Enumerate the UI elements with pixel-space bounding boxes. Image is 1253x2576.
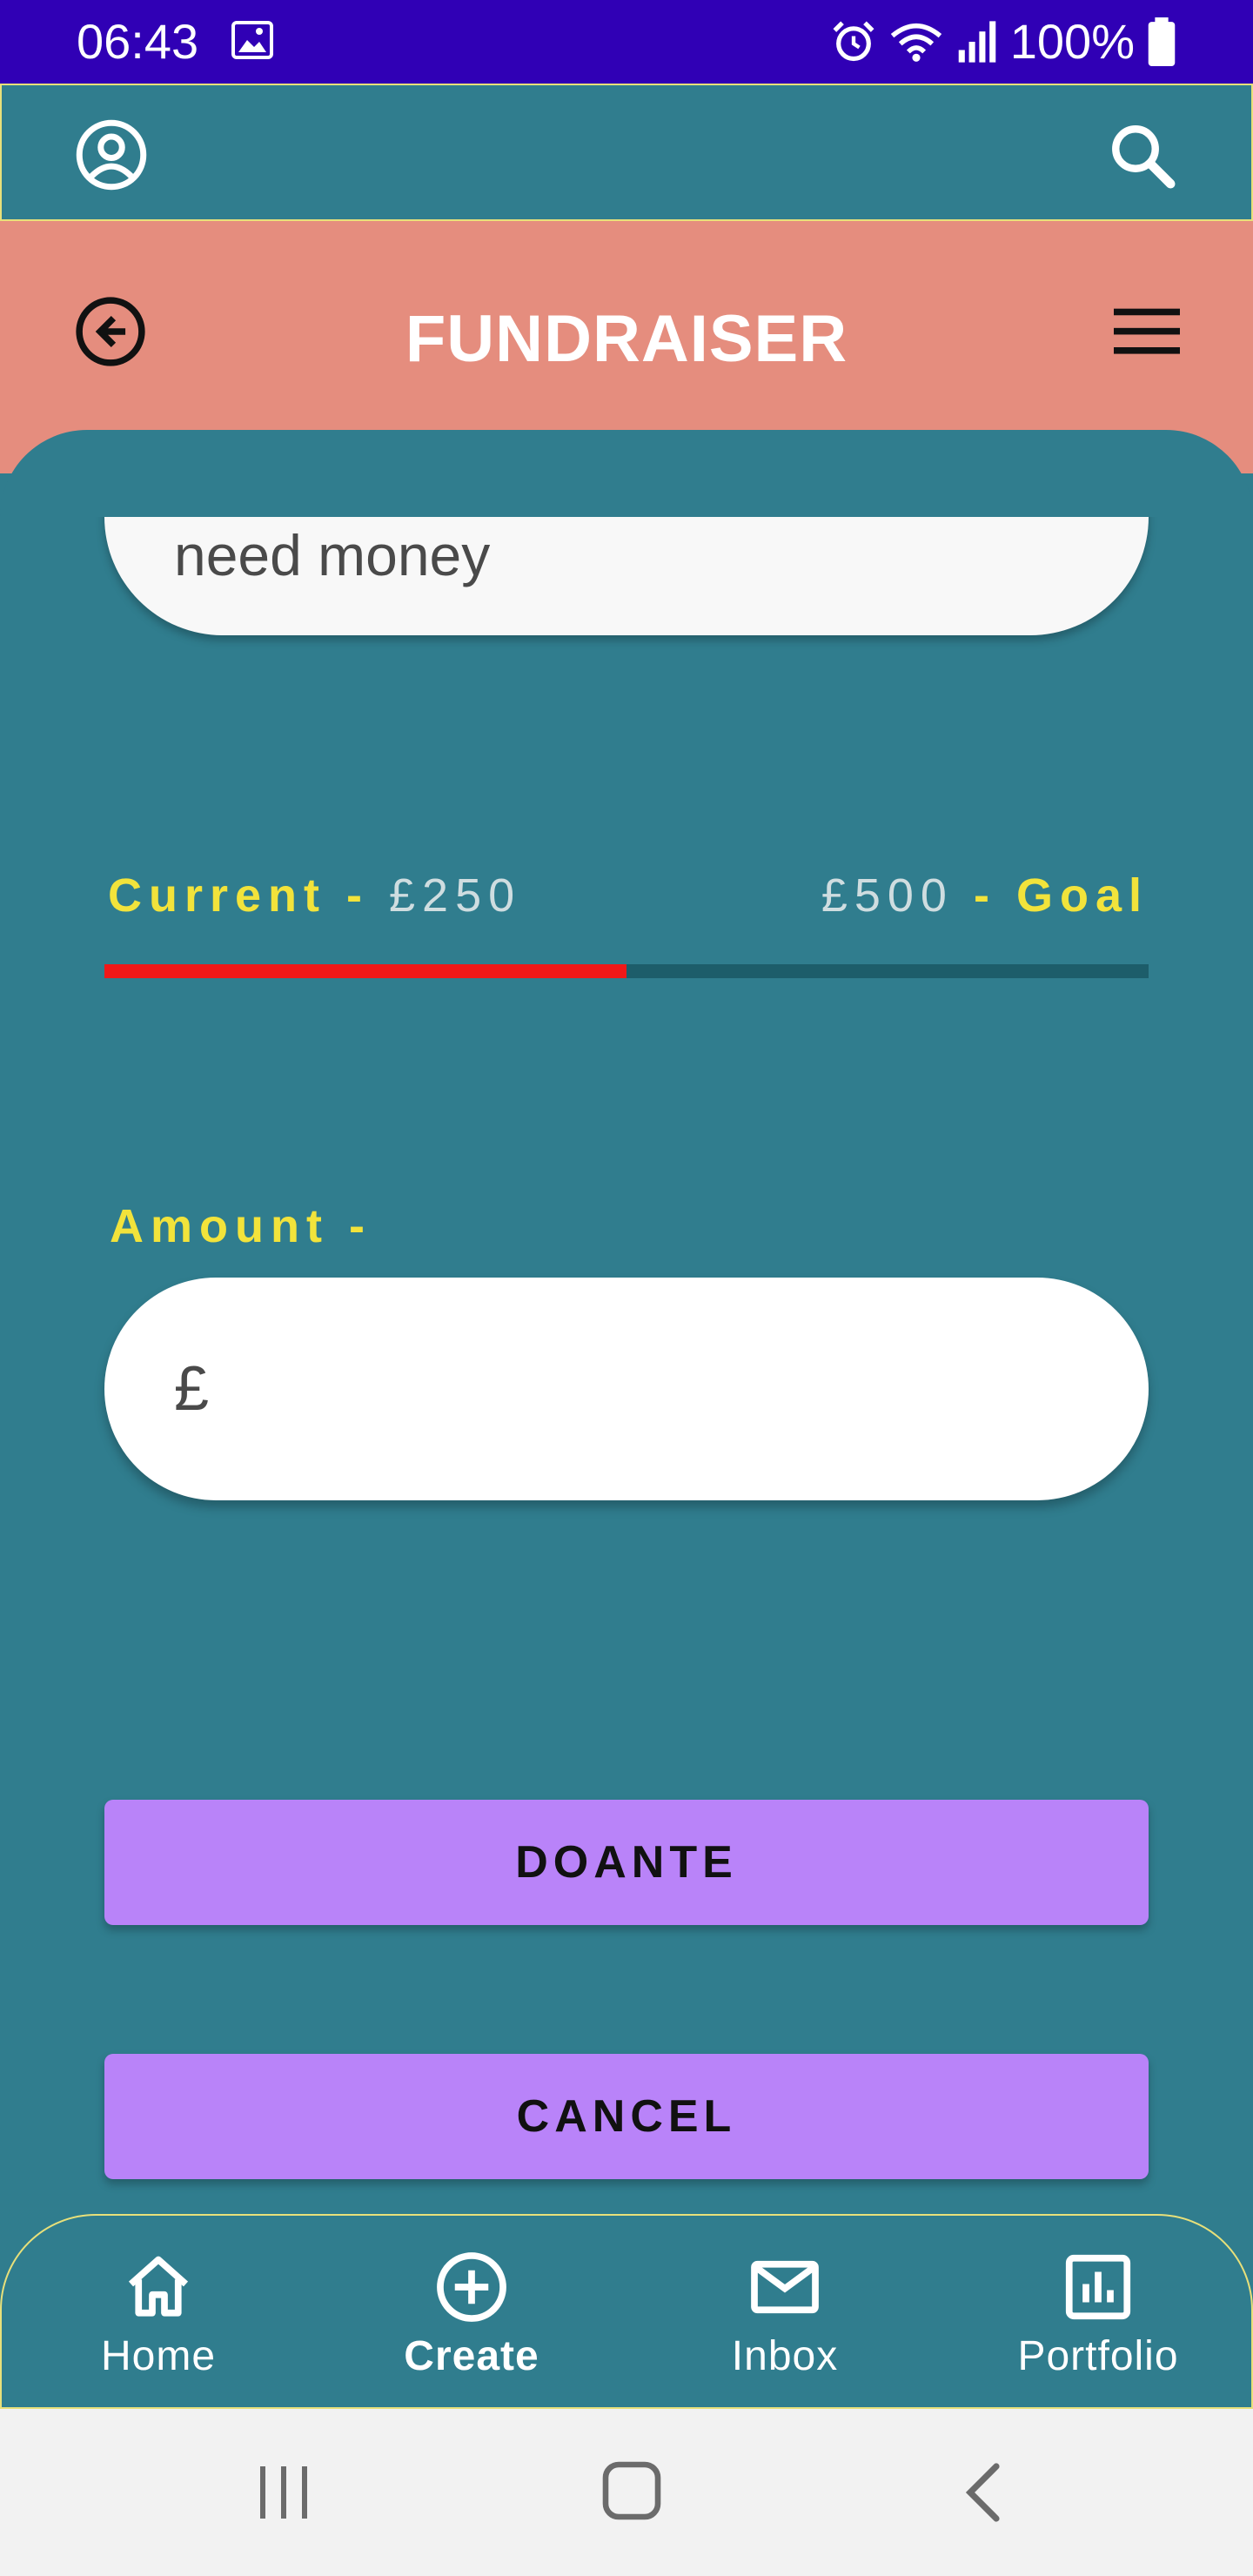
alarm-icon bbox=[833, 21, 874, 62]
nav-label-home: Home bbox=[100, 2333, 217, 2379]
goal-value: £500 bbox=[821, 869, 954, 922]
progress-bar bbox=[104, 964, 1149, 978]
description-field[interactable]: need money bbox=[104, 517, 1149, 635]
bottom-navigation: Home Create Inbox Portfolio bbox=[0, 2214, 1253, 2409]
amount-field[interactable]: £ bbox=[104, 1278, 1149, 1500]
nav-item-create[interactable]: Create bbox=[315, 2216, 628, 2411]
progress-labels: Current - £250 £500 - Goal bbox=[108, 865, 1149, 926]
home-icon bbox=[128, 2256, 189, 2317]
app-bar bbox=[0, 84, 1253, 221]
current-value: £250 bbox=[389, 869, 522, 922]
currency-prefix: £ bbox=[174, 1354, 210, 1424]
back-icon[interactable] bbox=[957, 2461, 1009, 2524]
description-value: need money bbox=[174, 523, 491, 587]
nav-item-portfolio[interactable]: Portfolio bbox=[941, 2216, 1253, 2411]
add-circle-icon bbox=[437, 2252, 506, 2322]
nav-label-portfolio: Portfolio bbox=[1017, 2333, 1179, 2379]
system-navigation-bar bbox=[0, 2409, 1253, 2576]
signal-icon bbox=[958, 21, 996, 63]
search-icon[interactable] bbox=[1105, 118, 1178, 191]
nav-item-home[interactable]: Home bbox=[2, 2216, 315, 2411]
nav-label-create: Create bbox=[404, 2333, 539, 2379]
nav-item-inbox[interactable]: Inbox bbox=[628, 2216, 941, 2411]
battery-percentage: 100% bbox=[1009, 14, 1135, 69]
recent-apps-icon[interactable] bbox=[252, 2463, 315, 2522]
page-title: FUNDRAISER bbox=[405, 302, 848, 376]
current-amount: Current - £250 bbox=[108, 865, 521, 926]
goal-amount: £500 - Goal bbox=[821, 865, 1149, 926]
battery-icon bbox=[1148, 17, 1176, 66]
description-field-wrapper: need money bbox=[0, 517, 1253, 754]
status-time: 06:43 bbox=[77, 14, 199, 69]
amount-label: Amount - bbox=[110, 1200, 372, 1252]
chart-icon bbox=[1065, 2254, 1131, 2320]
progress-fill bbox=[104, 964, 626, 978]
current-label: Current - bbox=[108, 869, 369, 922]
menu-icon[interactable] bbox=[1114, 305, 1180, 357]
status-icons: 100% bbox=[831, 12, 1176, 71]
home-button-icon[interactable] bbox=[600, 2459, 663, 2522]
account-circle-icon[interactable] bbox=[75, 118, 148, 191]
goal-label: - Goal bbox=[973, 869, 1149, 922]
donate-button[interactable]: DOANTE bbox=[104, 1800, 1149, 1925]
nav-label-inbox: Inbox bbox=[731, 2333, 839, 2379]
status-bar: 06:43 100% bbox=[0, 0, 1253, 84]
wifi-icon bbox=[890, 23, 941, 62]
cancel-button[interactable]: CANCEL bbox=[104, 2054, 1149, 2179]
gallery-icon bbox=[231, 21, 273, 59]
mail-icon bbox=[751, 2260, 819, 2314]
fundraiser-form-card: need money Current - £250 £500 - Goal Am… bbox=[0, 430, 1253, 2214]
